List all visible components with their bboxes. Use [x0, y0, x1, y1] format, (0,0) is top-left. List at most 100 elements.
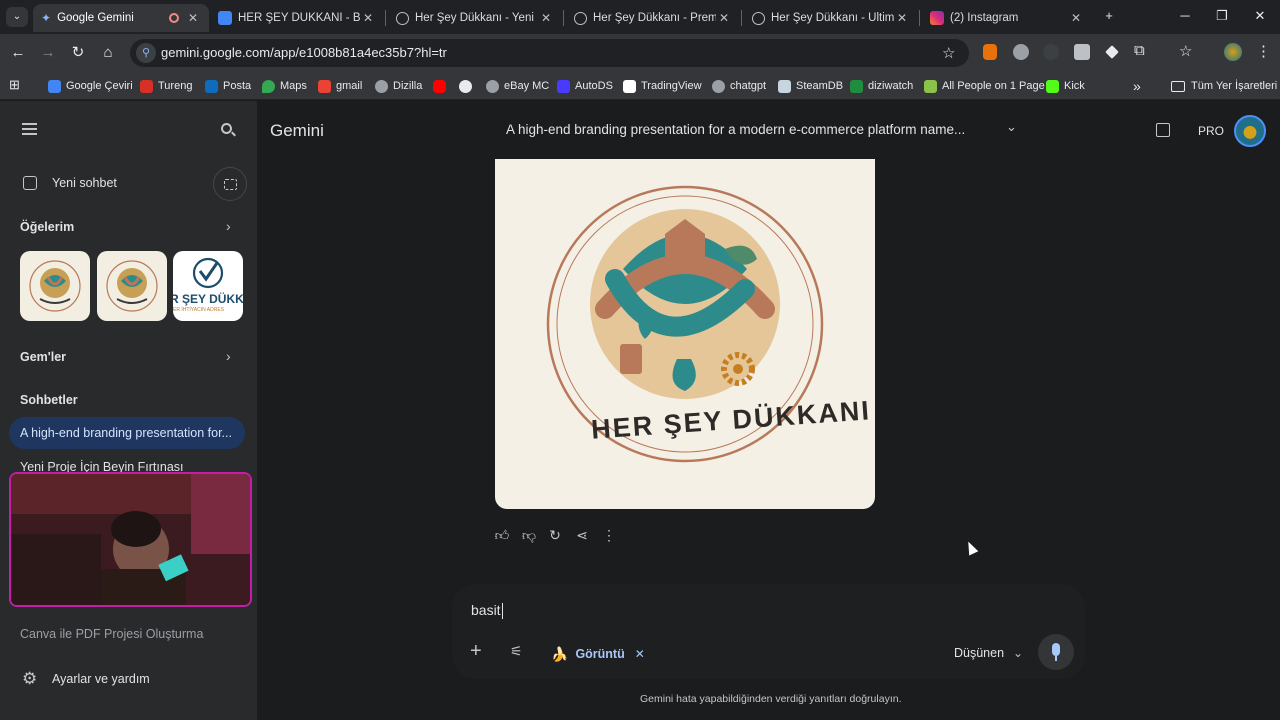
search-icon[interactable]: [221, 123, 236, 137]
bookmark-posta[interactable]: Posta: [205, 77, 251, 95]
minimize-button[interactable]: ─: [1173, 6, 1197, 26]
chevron-down-icon: ⌄: [1006, 119, 1017, 134]
tab-title: Her Şey Dükkanı - Ultimat: [771, 12, 894, 24]
webcam-overlay: [9, 472, 252, 607]
extension-icon-shield[interactable]: [1074, 44, 1090, 60]
bookmark-google-ceviri[interactable]: Google Çeviri: [48, 77, 133, 95]
tab-close-button[interactable]: ✕: [185, 11, 201, 25]
address-url[interactable]: gemini.google.com/app/e1008b81a4ec35b7?h…: [161, 45, 447, 60]
browser-menu-icon[interactable]: ⋮: [1256, 42, 1271, 60]
bookmark-diziwatch[interactable]: diziwatch: [850, 77, 913, 95]
tab-her-sey-dukkani-belge[interactable]: HER ŞEY DÜKKANI - Belge ✕: [210, 4, 384, 32]
extension-icon-grey[interactable]: [1013, 44, 1029, 60]
account-avatar[interactable]: [1234, 115, 1266, 147]
all-bookmarks-folder[interactable]: Tüm Yer İşaretleri: [1171, 77, 1277, 95]
chat-item-active[interactable]: A high-end branding presentation for...: [9, 417, 245, 449]
regenerate-icon[interactable]: ↻: [545, 525, 565, 545]
add-attachment-icon[interactable]: +: [470, 640, 482, 663]
tab-her-sey-dukkani-ultimate[interactable]: Her Şey Dükkanı - Ultimat ✕: [744, 4, 918, 32]
tab-her-sey-dukkani-yeni[interactable]: Her Şey Dükkanı - Yeni Ko ✕: [388, 4, 562, 32]
bookmarks-star-icon[interactable]: ☆: [1179, 42, 1192, 60]
gems-header[interactable]: Gem'ler: [20, 350, 66, 364]
prompt-input[interactable]: basit: [471, 602, 1061, 624]
bookmark-threads[interactable]: [459, 77, 477, 95]
my-items-header[interactable]: Öğelerim: [20, 220, 74, 234]
apps-grid-icon[interactable]: ⊞: [9, 77, 20, 93]
tab-google-gemini[interactable]: ✦ Google Gemini ✕: [33, 4, 209, 32]
extension-icon-orange[interactable]: [983, 44, 997, 60]
menu-icon[interactable]: [22, 123, 37, 135]
chevron-right-icon[interactable]: ›: [226, 218, 231, 234]
bookmark-kick[interactable]: Kick: [1046, 77, 1085, 95]
diziwatch-icon: [850, 79, 863, 93]
bookmark-maps[interactable]: Maps: [262, 77, 307, 95]
share-archive-icon[interactable]: [1156, 123, 1170, 137]
tab-close-button[interactable]: ✕: [360, 11, 376, 25]
tab-close-button[interactable]: ✕: [716, 11, 732, 25]
address-bar[interactable]: ⚲ gemini.google.com/app/e1008b81a4ec35b7…: [130, 39, 969, 67]
tab-close-button[interactable]: ✕: [1068, 11, 1084, 25]
new-chat-button[interactable]: Yeni sohbet: [12, 167, 192, 199]
bookmark-ebay-mc[interactable]: eBay MC: [486, 77, 549, 95]
steamdb-icon: [778, 79, 791, 93]
tab-close-button[interactable]: ✕: [894, 11, 910, 25]
more-options-icon[interactable]: ⋮: [599, 525, 619, 545]
bookmark-youtube[interactable]: [433, 77, 451, 95]
item-thumbnail-logo-1[interactable]: [20, 251, 90, 321]
tab-her-sey-dukkani-premium[interactable]: Her Şey Dükkanı - Premiu ✕: [566, 4, 740, 32]
thumbs-up-icon[interactable]: 👍︎: [492, 525, 512, 545]
bookmarks-overflow-button[interactable]: »: [1133, 77, 1141, 95]
item-thumbnail-logo-3[interactable]: R ŞEY DÜKK ER İHTİYACIN ADRES: [173, 251, 243, 321]
tab-title: Her Şey Dükkanı - Yeni Ko: [415, 12, 538, 24]
home-button[interactable]: ⌂: [97, 42, 119, 64]
extension-icon-arrow[interactable]: [1043, 44, 1059, 60]
profile-avatar-icon[interactable]: [1224, 43, 1242, 61]
text-caret: [501, 603, 503, 620]
share-icon[interactable]: ⋖: [572, 525, 592, 545]
site-info-icon[interactable]: ⚲: [136, 43, 156, 63]
folder-icon: [1171, 80, 1185, 92]
bookmark-dizilla[interactable]: Dizilla: [375, 77, 422, 95]
bookmark-tureng[interactable]: Tureng: [140, 77, 192, 95]
new-tab-button[interactable]: +: [1097, 6, 1121, 26]
generated-logo-image[interactable]: HER ŞEY DÜKKANI: [495, 159, 875, 509]
chatgpt-icon: [712, 79, 725, 93]
threads-icon: [459, 79, 472, 93]
reload-button[interactable]: ↻: [67, 42, 89, 64]
tab-search-button[interactable]: ⌄: [6, 7, 28, 27]
extensions-puzzle-icon[interactable]: ⧉: [1134, 42, 1145, 59]
model-mode-dropdown[interactable]: Düşünen ⌄: [954, 643, 1023, 663]
bookmark-all-people[interactable]: All People on 1 Page: [924, 77, 1045, 95]
tools-sliders-icon[interactable]: ⚟: [510, 643, 523, 660]
tab-instagram[interactable]: (2) Instagram ✕: [922, 4, 1092, 32]
bookmark-star-icon[interactable]: ☆: [942, 44, 955, 62]
close-window-button[interactable]: ✕: [1248, 6, 1272, 26]
back-button[interactable]: ←: [7, 42, 29, 64]
tab-close-button[interactable]: ✕: [538, 11, 554, 25]
bookmark-tradingview[interactable]: TradingView: [623, 77, 702, 95]
bookmark-gmail[interactable]: gmail: [318, 77, 362, 95]
tradingview-icon: [623, 79, 636, 93]
chevron-right-icon[interactable]: ›: [226, 348, 231, 364]
translate-icon: [48, 79, 61, 93]
tab-separator: [741, 10, 742, 26]
temporary-chat-button[interactable]: [213, 167, 247, 201]
restore-button[interactable]: ❐: [1210, 6, 1234, 26]
forward-button[interactable]: →: [37, 42, 59, 64]
microphone-button[interactable]: [1038, 634, 1074, 670]
remove-chip-icon[interactable]: ✕: [635, 647, 645, 661]
app-title: Gemini: [270, 121, 324, 140]
bookmark-steamdb[interactable]: SteamDB: [778, 77, 843, 95]
bookmark-autods[interactable]: AutoDS: [557, 77, 613, 95]
thumb-wordmark: R ŞEY DÜKK: [173, 292, 243, 306]
item-thumbnail-logo-2[interactable]: [97, 251, 167, 321]
microphone-stand: [1055, 656, 1057, 661]
chat-title-dropdown[interactable]: A high-end branding presentation for a m…: [506, 119, 1026, 141]
bookmark-chatgpt[interactable]: chatgpt: [712, 77, 766, 95]
logo-thumbnail-image: [29, 260, 81, 312]
image-tool-chip[interactable]: 🍌 Görüntü ✕: [551, 643, 645, 665]
thumbs-down-icon[interactable]: 👎︎: [519, 525, 539, 545]
settings-help-button[interactable]: ⚙ Ayarlar ve yardım: [12, 665, 212, 695]
chat-item[interactable]: Canva ile PDF Projesi Oluşturma: [20, 627, 203, 641]
mouse-cursor-icon: [963, 539, 979, 556]
